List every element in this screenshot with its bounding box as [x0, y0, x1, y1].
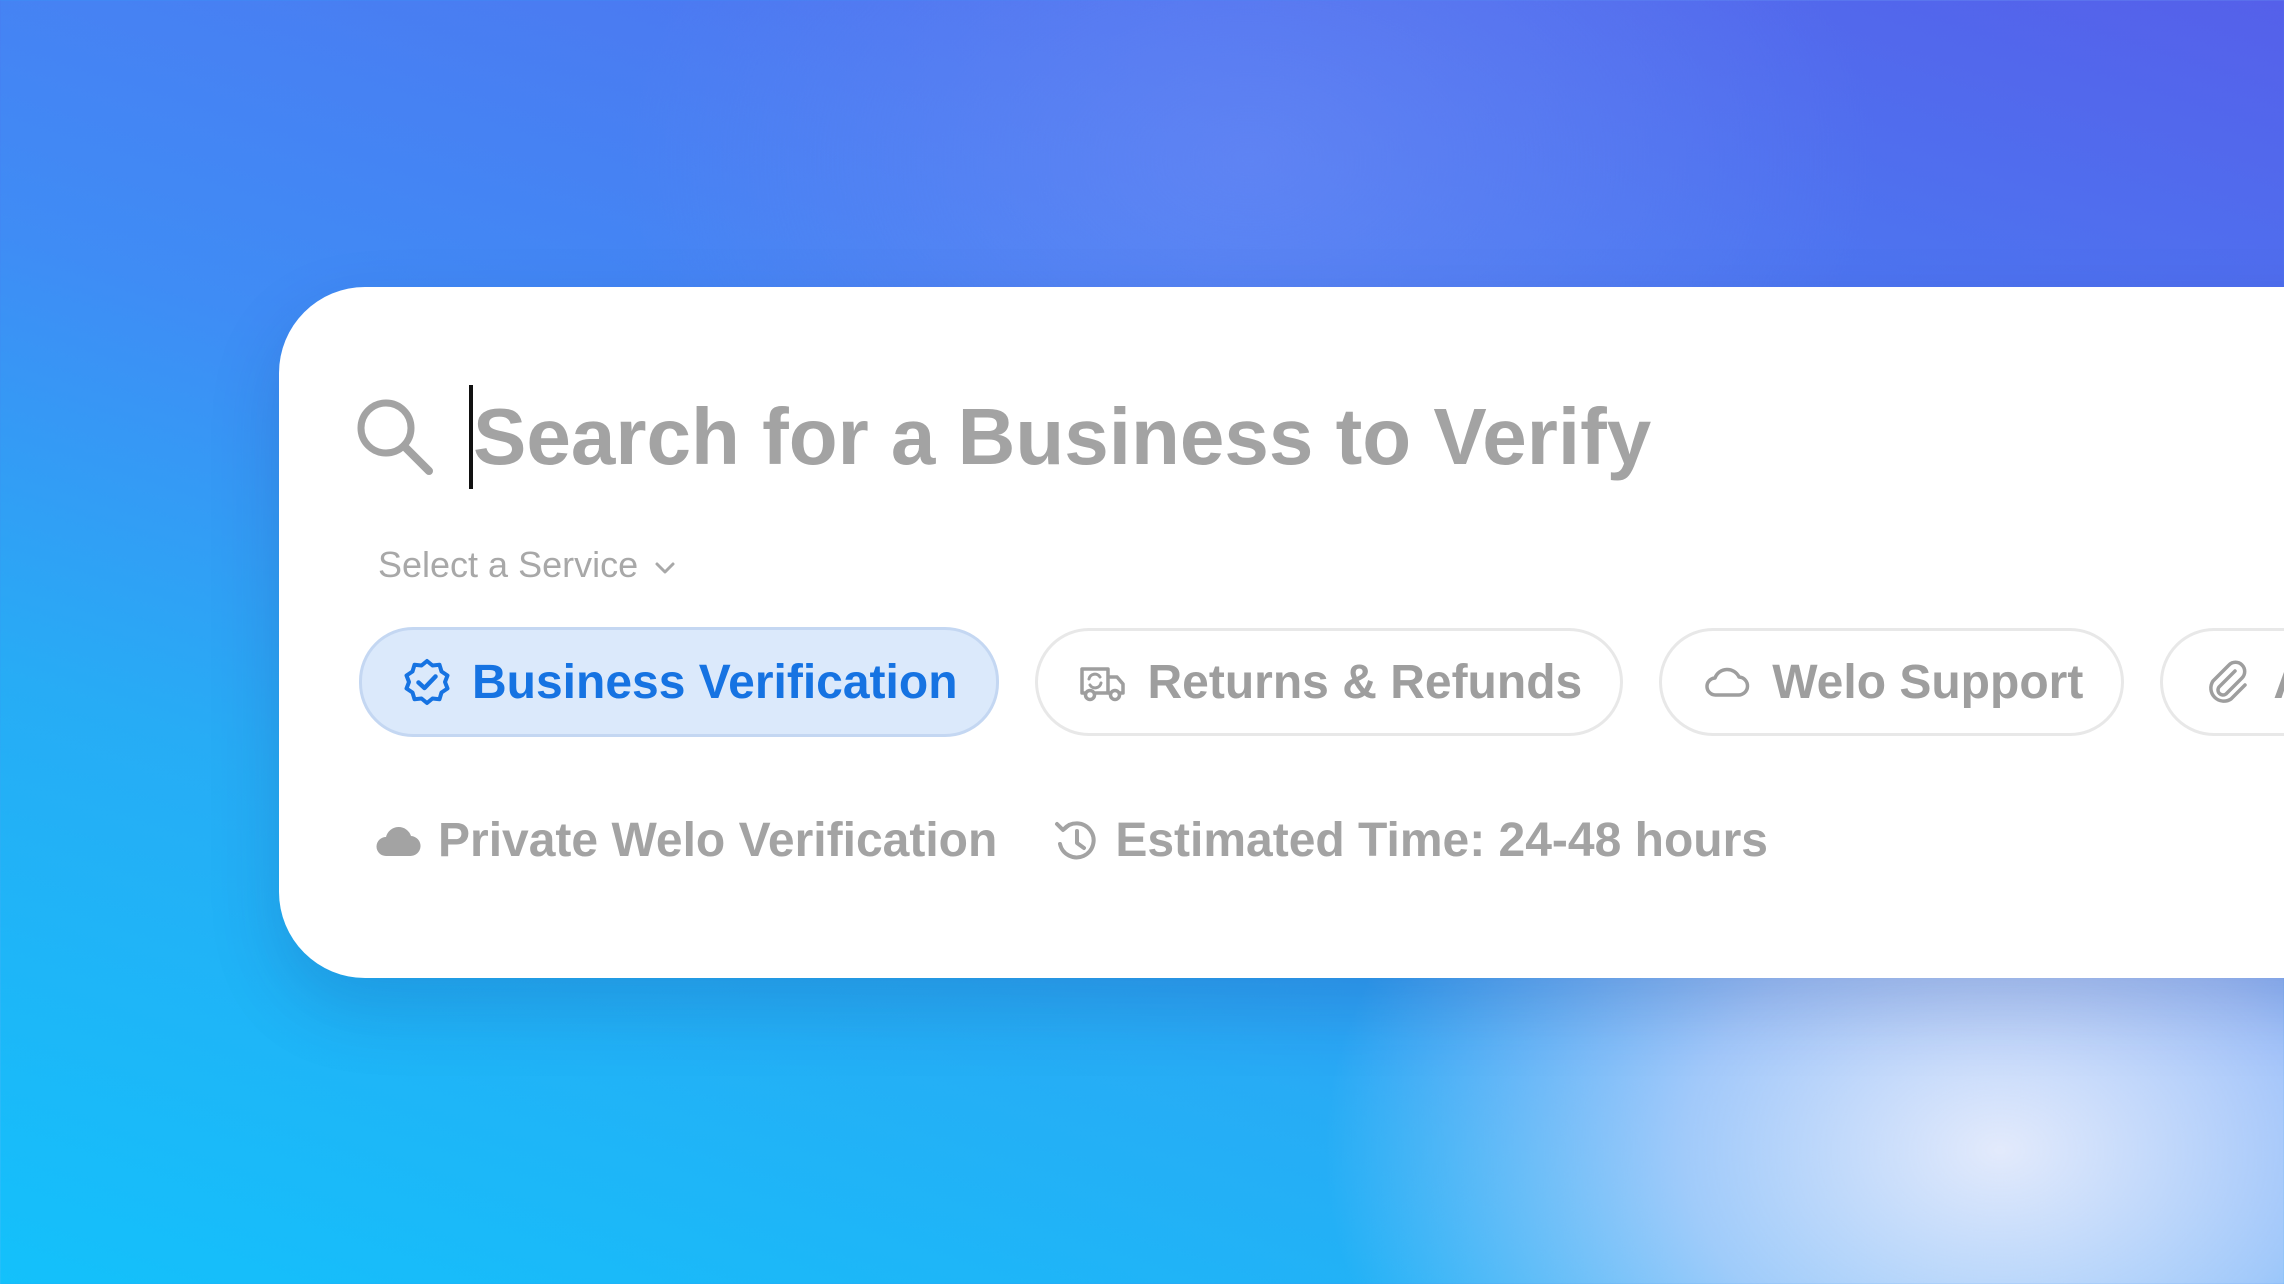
service-details: Private Welo Verification Estimated Time… [374, 813, 1768, 868]
estimate-info: Estimated Time: 24-48 hours [1051, 813, 1768, 868]
chip-label: Welo Support [1772, 655, 2084, 709]
service-select-dropdown[interactable]: Select a Service [378, 544, 678, 586]
delivery-truck-icon [1079, 667, 1125, 702]
verified-badge-icon [404, 659, 450, 705]
cloud-icon [376, 826, 421, 856]
service-chips: Business Verification Returns & Refunds … [359, 627, 2284, 737]
chip-attachment[interactable]: A [2160, 628, 2284, 736]
chip-label: A [2273, 655, 2284, 710]
chip-returns-refunds[interactable]: Returns & Refunds [1034, 628, 1624, 736]
search-bar [351, 382, 1973, 492]
cloud-outline-icon [1705, 667, 1750, 697]
paperclip-icon [2209, 660, 2248, 703]
history-clock-icon [1055, 820, 1096, 859]
privacy-label: Private Welo Verification [438, 814, 998, 867]
search-icon [357, 399, 433, 475]
chip-label: Returns & Refunds [1147, 655, 1583, 709]
chevron-down-icon [655, 562, 675, 574]
estimate-label: Estimated Time: 24-48 hours [1115, 814, 1768, 867]
privacy-info: Private Welo Verification [374, 813, 997, 868]
chip-label: Business Verification [472, 655, 958, 709]
chip-welo-support[interactable]: Welo Support [1659, 628, 2125, 736]
chip-business-verification[interactable]: Business Verification [359, 627, 999, 737]
search-input[interactable] [473, 391, 1973, 483]
service-select-label: Select a Service [378, 544, 639, 585]
search-card: Select a Service Business Verification R… [279, 287, 2284, 978]
